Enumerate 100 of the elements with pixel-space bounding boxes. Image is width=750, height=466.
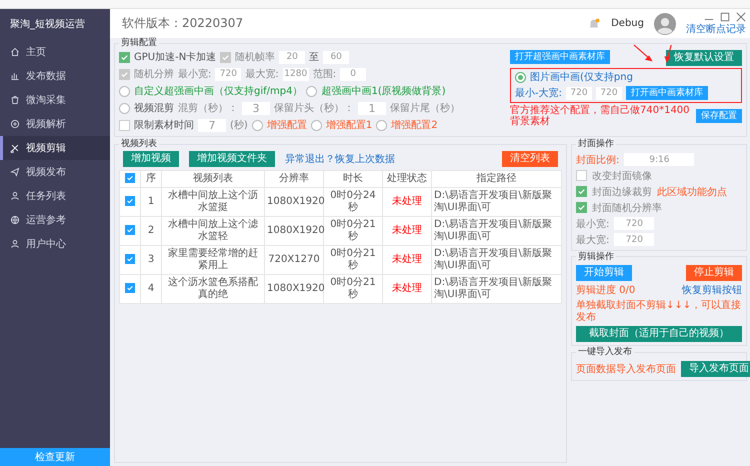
open-library-button[interactable]: 打开画中画素材库 xyxy=(626,86,708,100)
row-checkbox[interactable] xyxy=(125,196,135,206)
checkbox[interactable] xyxy=(576,170,587,182)
section-title: 剪辑操作 xyxy=(577,252,615,262)
table-cell: 1080X1920 xyxy=(264,187,324,216)
table-cell: 0时0分21秒 xyxy=(324,245,382,274)
field-label: 范围: xyxy=(312,68,336,82)
sidebar-item[interactable]: 运营参考 xyxy=(0,208,110,232)
table-cell: 水槽中间放上这个沥水篮挺 xyxy=(162,187,264,216)
radio-button[interactable] xyxy=(119,102,130,114)
checkbox[interactable] xyxy=(119,120,130,131)
field-label: 保留片尾（秒） xyxy=(390,102,460,116)
import-publish-button[interactable]: 导入发布页面 xyxy=(681,361,750,378)
radio-label: 视频混剪 xyxy=(134,102,174,116)
checkbox-label: 封面随机分辨率 xyxy=(592,202,662,215)
avatar-icon[interactable] xyxy=(654,12,676,34)
radio-label: 超强画中画1(原视频做背景) xyxy=(321,84,446,98)
warning-text: 此区域功能勿点 xyxy=(657,186,727,199)
sidebar-item[interactable]: 用户中心 xyxy=(0,232,110,256)
status-cell: 未处理 xyxy=(382,216,432,246)
nav-icon xyxy=(10,167,20,177)
note-text: 页面数据导入发布页面 xyxy=(576,362,676,376)
field-label: 保留片头（秒）： xyxy=(274,102,354,116)
checkbox-label: 随机分辨 xyxy=(134,68,174,82)
radio-button[interactable] xyxy=(376,120,388,131)
checkmark-icon xyxy=(221,52,230,62)
clear-list-button[interactable]: 清空列表 xyxy=(502,150,558,167)
checkmark-icon xyxy=(126,174,134,182)
column-header: 视频列表 xyxy=(162,170,264,188)
sidebar-item[interactable]: 视频发布 xyxy=(0,160,110,184)
debug-label[interactable]: Debug xyxy=(611,18,644,29)
row-checkbox[interactable] xyxy=(125,282,135,293)
table-cell: D:\易语言开发项目\新版聚淘\UI界面\可 xyxy=(432,187,562,216)
number-field[interactable]: 3 xyxy=(242,102,270,115)
restore-data-link[interactable]: 异常退出？恢复上次数据 xyxy=(285,152,395,166)
version-label: 软件版本：20220307 xyxy=(122,15,244,32)
number-field[interactable]: 1 xyxy=(358,102,386,115)
nav-icon xyxy=(10,191,20,201)
status-cell: 未处理 xyxy=(382,187,432,216)
section-title: 一键导入发布 xyxy=(577,347,633,358)
radio-button[interactable] xyxy=(310,120,322,131)
table-cell: 这个沥水篮色系搭配真的绝 xyxy=(162,274,264,304)
add-folder-button[interactable]: 增加视频文件夹 xyxy=(189,150,275,167)
field-label: 最小-大宽: xyxy=(515,86,562,100)
checkmark-icon xyxy=(126,196,134,205)
number-field[interactable]: 720 xyxy=(614,217,654,230)
radio-label: 图片画中画(仅支持png xyxy=(530,70,633,84)
sidebar-item[interactable]: 视频剪辑 xyxy=(0,136,110,160)
field-label: 最大宽: xyxy=(245,68,279,82)
start-edit-button[interactable]: 开始剪辑 xyxy=(576,265,632,282)
row-checkbox[interactable] xyxy=(125,254,135,264)
capture-cover-button[interactable]: 截取封面（适用于自己的视频） xyxy=(576,326,742,342)
bell-icon[interactable] xyxy=(587,16,602,30)
checkbox[interactable] xyxy=(119,52,130,63)
nav-icon xyxy=(10,95,20,105)
sidebar-item[interactable]: 主页 xyxy=(0,40,110,64)
table-cell: 0时0分21秒 xyxy=(324,216,382,246)
sidebar-item[interactable]: 微淘采集 xyxy=(0,88,110,112)
radio-label: 增强配置2 xyxy=(391,118,438,132)
field-label: 封面比例: xyxy=(576,154,620,167)
save-config-button[interactable]: 保存配置 xyxy=(696,109,742,124)
unit-label: (秒) xyxy=(230,118,248,132)
maximize-icon[interactable] xyxy=(720,12,730,22)
restore-button-link[interactable]: 恢复剪辑按钮 xyxy=(682,283,742,298)
open-library-button[interactable]: 打开超强画中画素材库 xyxy=(510,50,610,64)
table-cell: 0时0分24秒 xyxy=(324,187,382,216)
clear-breakpoint-link[interactable]: 清空断点记录 xyxy=(686,22,746,36)
column-header: 处理状态 xyxy=(382,170,432,188)
table-cell: D:\易语言开发项目\新版聚淘\UI界面\可 xyxy=(432,245,562,274)
number-field[interactable]: 720 xyxy=(614,233,654,246)
row-checkbox[interactable] xyxy=(125,224,135,235)
nav-icon xyxy=(10,239,20,249)
sidebar-item[interactable]: 发布数据 xyxy=(0,64,110,88)
sidebar-item[interactable]: 视频解析 xyxy=(0,112,110,136)
radio-button[interactable] xyxy=(306,86,318,97)
app-title: 聚淘_短视频运营 xyxy=(9,18,86,32)
check-update-button[interactable]: 检查更新 xyxy=(0,448,110,466)
radio-button[interactable] xyxy=(119,86,130,97)
nav-icon xyxy=(10,71,20,81)
checkbox-label: 限制素材时间 xyxy=(134,118,194,132)
stop-edit-button[interactable]: 停止剪辑 xyxy=(686,265,742,282)
number-field[interactable]: 720 xyxy=(596,86,622,100)
checkbox[interactable] xyxy=(576,202,587,214)
number-field[interactable]: 720 xyxy=(566,86,592,100)
status-cell: 未处理 xyxy=(382,245,432,274)
column-header: 序 xyxy=(140,170,162,188)
number-field[interactable]: 7 xyxy=(198,118,226,132)
close-icon[interactable] xyxy=(736,12,746,22)
reset-defaults-button[interactable]: 恢复默认设置 xyxy=(666,50,742,66)
select-all-checkbox[interactable] xyxy=(125,172,135,183)
ratio-field[interactable]: 9:16 xyxy=(624,153,694,166)
sidebar-item[interactable]: 任务列表 xyxy=(0,184,110,208)
column-header: 指定路径 xyxy=(432,170,562,188)
checkbox-label: GPU加速-N卡加速 xyxy=(134,50,216,64)
add-video-button[interactable]: 增加视频 xyxy=(123,150,179,167)
table-cell: 4 xyxy=(140,274,162,304)
annotation-text: 官方推荐这个配置，需自己做740*1400背景素材 xyxy=(510,104,691,128)
radio-button[interactable] xyxy=(252,120,263,131)
checkbox[interactable] xyxy=(576,186,587,198)
radio-button[interactable] xyxy=(515,72,526,83)
